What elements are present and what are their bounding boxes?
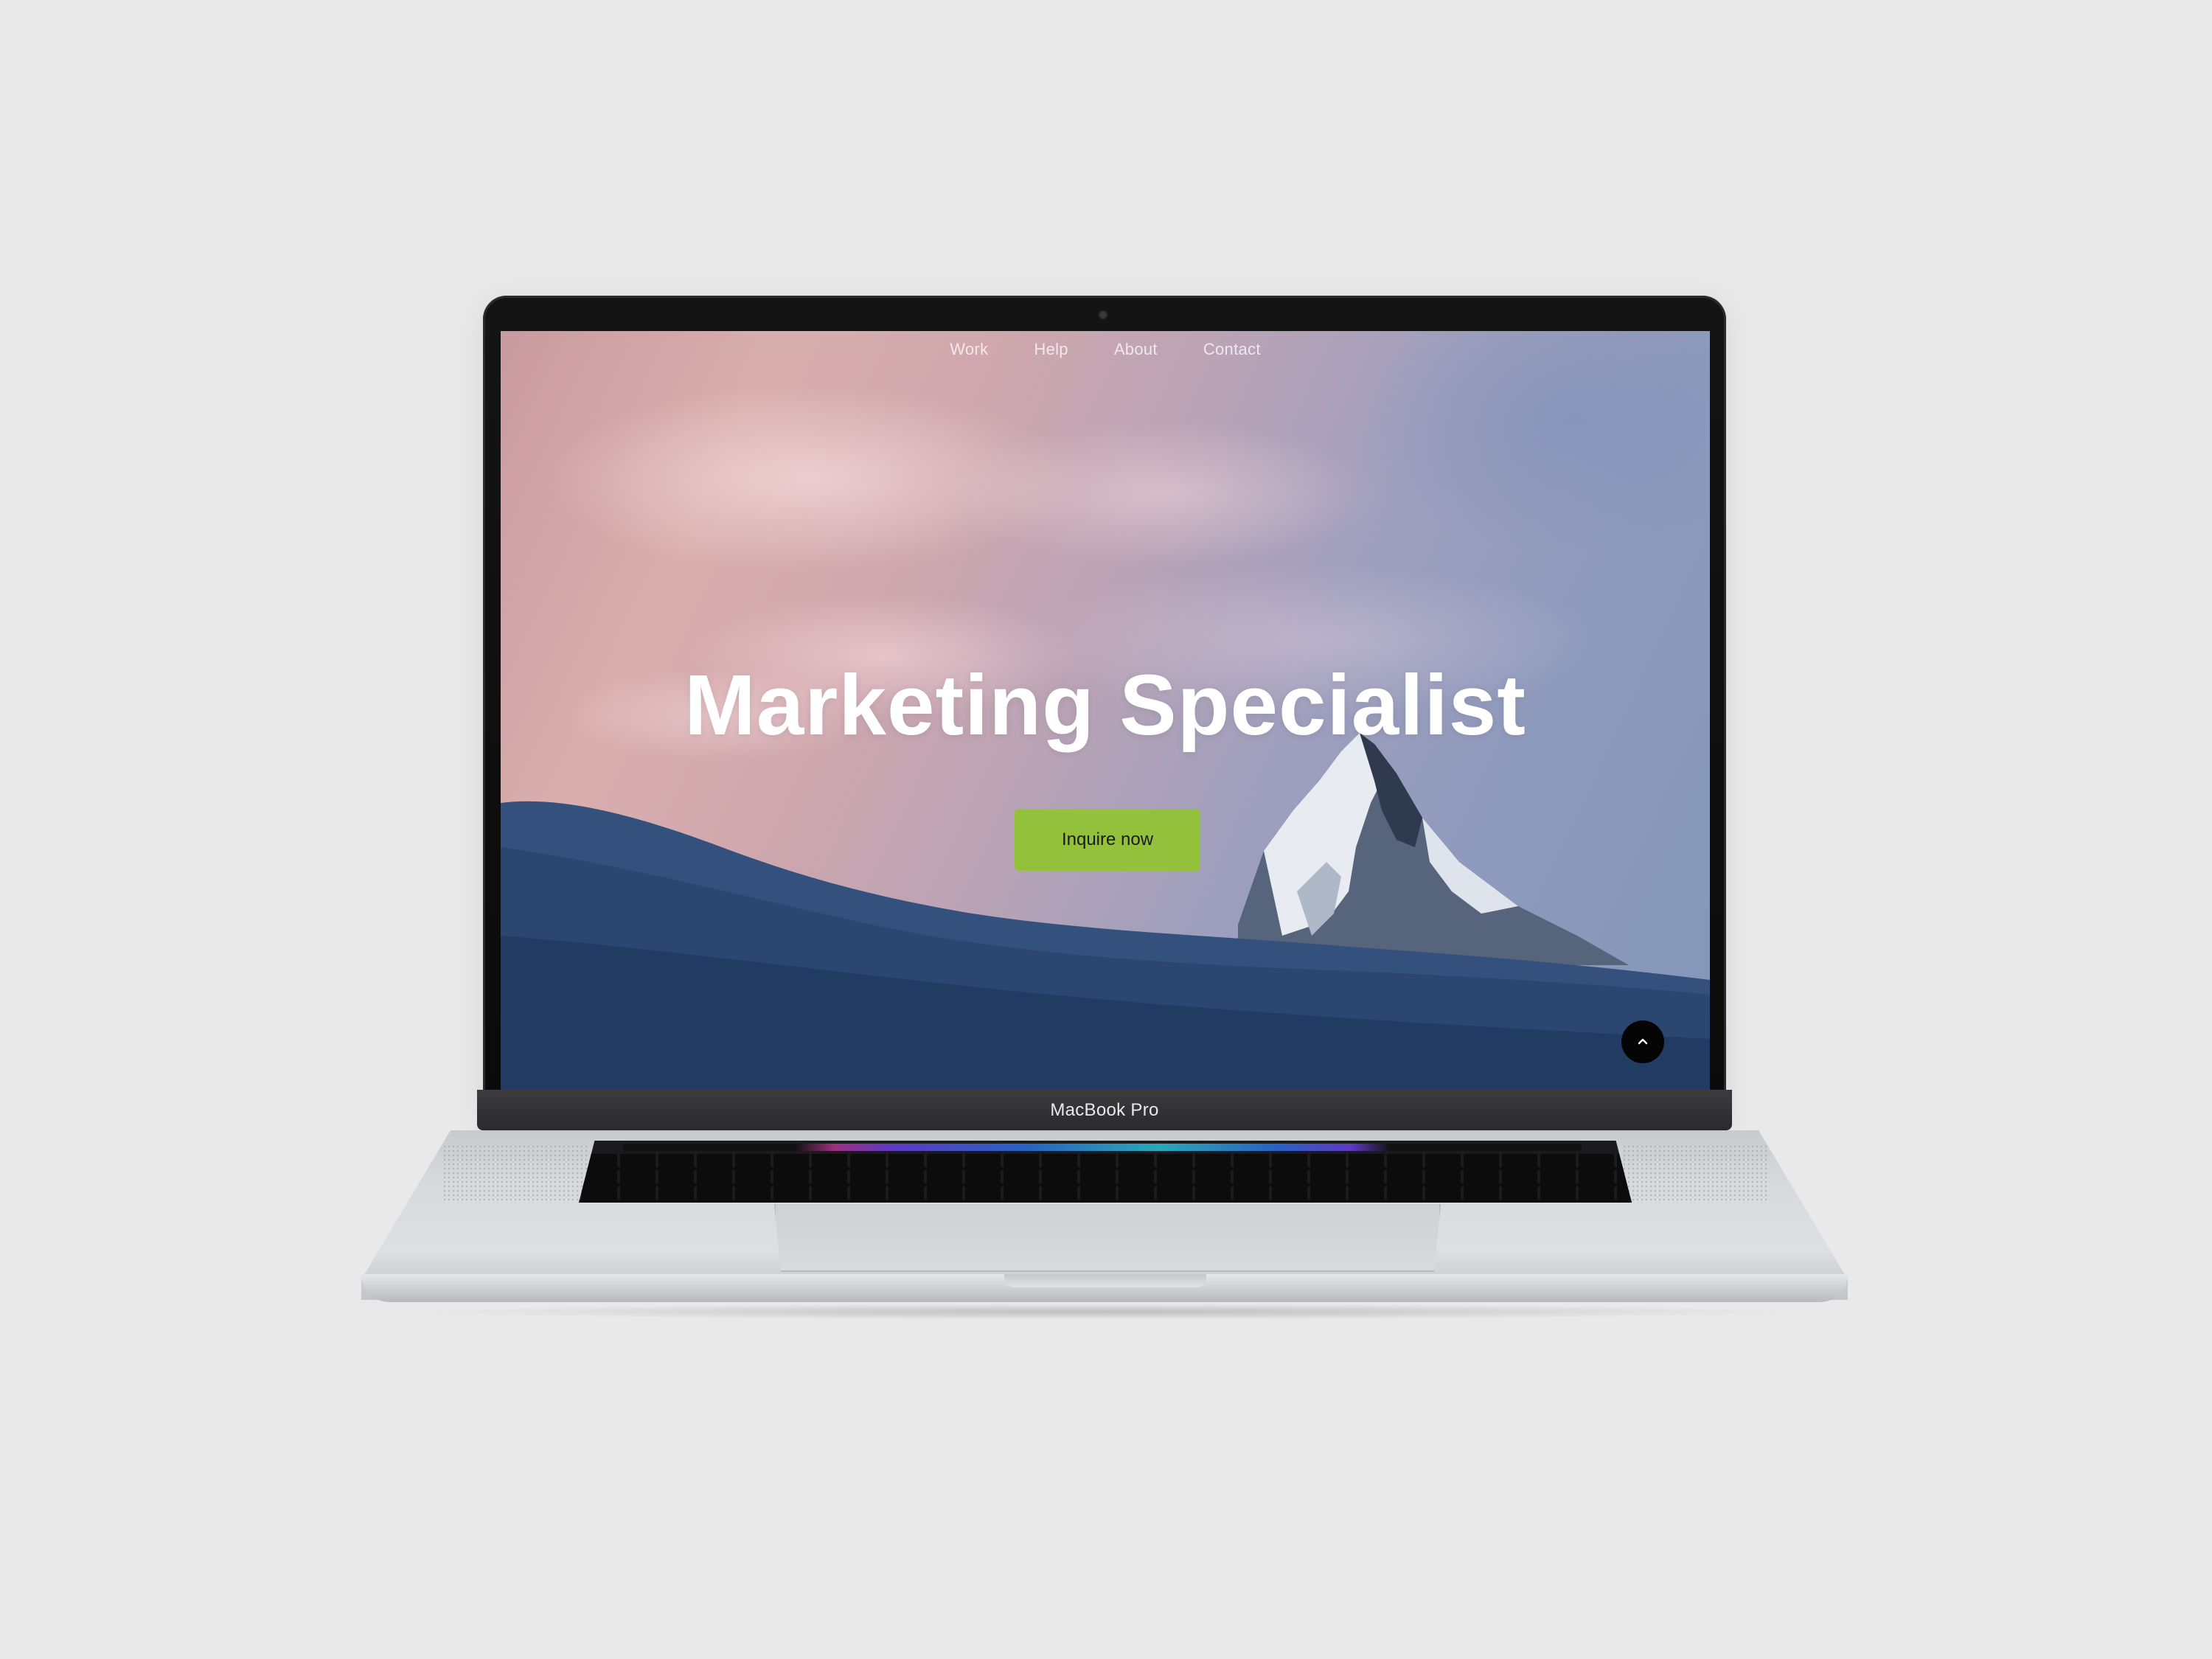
- laptop-shadow: [413, 1304, 1799, 1320]
- keyboard-keys: [579, 1154, 1632, 1203]
- left-speaker-grille: [442, 1144, 590, 1203]
- laptop-hinge: MacBook Pro: [477, 1090, 1732, 1130]
- nav-link-contact[interactable]: Contact: [1203, 340, 1261, 359]
- hero-title: Marketing Specialist: [684, 657, 1526, 753]
- nav-link-work[interactable]: Work: [950, 340, 988, 359]
- scroll-to-top-button[interactable]: [1621, 1020, 1664, 1063]
- mockup-stage: Work Help About Contact Marketing Specia…: [0, 0, 2212, 1659]
- trackpad: [774, 1204, 1441, 1272]
- inquire-now-button[interactable]: Inquire now: [1015, 809, 1200, 871]
- website-screen: Work Help About Contact Marketing Specia…: [501, 331, 1710, 1091]
- device-brand-label: MacBook Pro: [1050, 1100, 1159, 1120]
- lid-opening-notch: [1004, 1274, 1206, 1287]
- laptop-lid: Work Help About Contact Marketing Specia…: [483, 296, 1726, 1129]
- nav-link-help[interactable]: Help: [1034, 340, 1068, 359]
- keyboard: [579, 1141, 1632, 1203]
- chevron-up-icon: [1638, 1038, 1648, 1045]
- main-nav: Work Help About Contact: [501, 340, 1710, 359]
- camera-icon: [1099, 311, 1107, 319]
- right-speaker-grille: [1622, 1144, 1770, 1203]
- nav-link-about[interactable]: About: [1114, 340, 1158, 359]
- touch-bar: [623, 1144, 1582, 1151]
